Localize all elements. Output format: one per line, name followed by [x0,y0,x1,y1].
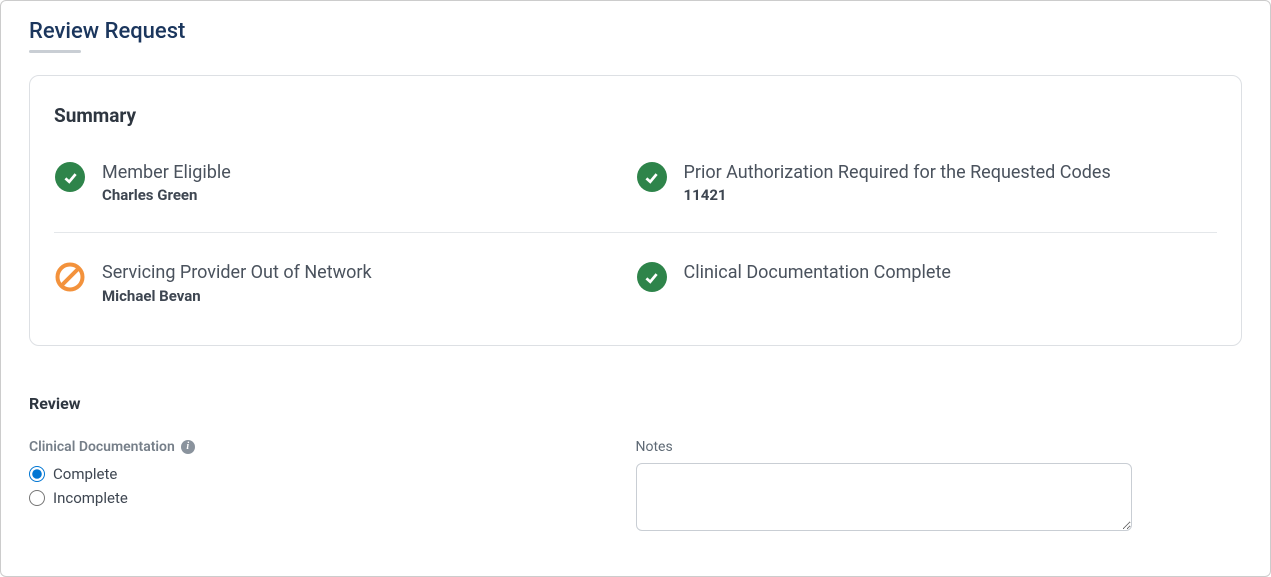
summary-item-subtitle: Charles Green [102,186,231,204]
radio-incomplete-label[interactable]: Incomplete [53,489,128,507]
summary-item-subtitle: Michael Bevan [102,287,372,305]
radio-complete-label[interactable]: Complete [53,465,117,483]
summary-item-member-eligible: Member Eligible Charles Green [54,161,636,204]
review-section: Review Clinical Documentation i Complete… [29,394,1242,535]
check-circle-icon [636,261,668,293]
check-circle-icon [54,161,86,193]
clinical-doc-label: Clinical Documentation [29,439,175,455]
radio-incomplete[interactable] [29,490,45,506]
summary-item-title: Member Eligible [102,161,231,184]
summary-item-prior-auth: Prior Authorization Required for the Req… [636,161,1218,204]
summary-item-clinical-doc: Clinical Documentation Complete [636,261,1218,304]
summary-item-subtitle: 11421 [684,186,1111,204]
summary-card: Summary Member Eligible Charles Green [29,75,1242,346]
page-title: Review Request [29,19,185,50]
review-grid: Clinical Documentation i Complete Incomp… [29,439,1242,535]
summary-heading: Summary [54,104,1217,127]
notes-input[interactable] [636,463,1132,531]
radio-complete[interactable] [29,466,45,482]
summary-item-servicing-provider: Servicing Provider Out of Network Michae… [54,261,636,304]
row-divider [54,232,1217,233]
summary-item-title: Servicing Provider Out of Network [102,261,372,284]
notes-fieldset: Notes [636,439,1243,535]
summary-item-title: Clinical Documentation Complete [684,261,951,284]
review-heading: Review [29,394,1242,413]
summary-grid: Member Eligible Charles Green Prior Auth… [54,161,1217,305]
check-circle-icon [636,161,668,193]
notes-label: Notes [636,439,1243,455]
title-underline [29,50,81,53]
info-icon[interactable]: i [181,440,195,454]
clinical-doc-fieldset: Clinical Documentation i Complete Incomp… [29,439,636,513]
blocked-icon [54,261,86,293]
summary-item-title: Prior Authorization Required for the Req… [684,161,1111,184]
